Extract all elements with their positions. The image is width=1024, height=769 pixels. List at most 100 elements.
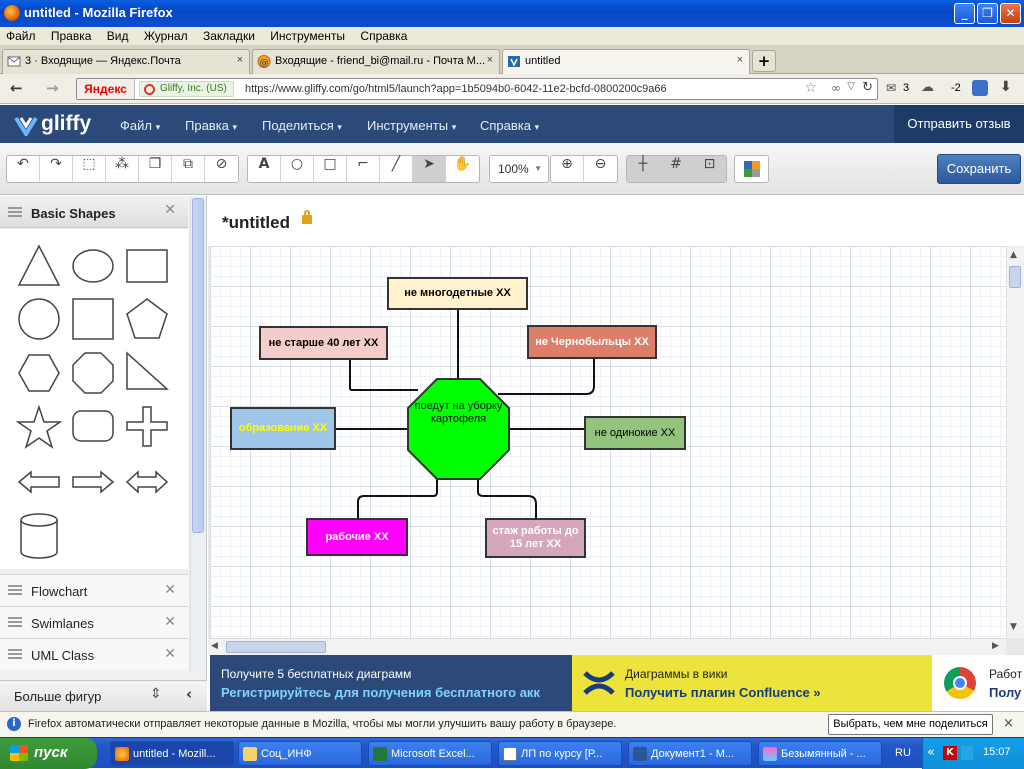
scroll-up-icon[interactable]: ▲ — [1010, 250, 1017, 260]
promo-confluence[interactable]: Диаграммы в вики Получить плагин Conflue… — [572, 655, 932, 711]
right-triangle-shape[interactable] — [126, 351, 169, 390]
circle-shape[interactable] — [18, 298, 60, 340]
reload-icon[interactable]: ↻ — [862, 80, 873, 95]
task-folder[interactable]: Соц_ИНФ — [238, 741, 362, 766]
task-paint[interactable]: Безымянный - ... — [758, 741, 882, 766]
close-icon[interactable]: ✕ — [164, 614, 176, 630]
download-icon[interactable]: ⬇ — [1000, 79, 1012, 95]
line-tool-icon[interactable]: ╱ — [380, 156, 413, 182]
library-swimlanes[interactable]: Swimlanes ✕ — [0, 606, 188, 638]
snap-icon[interactable]: ⊡ — [693, 156, 726, 182]
close-window-button[interactable]: ✕ — [1000, 3, 1021, 24]
scroll-left-icon[interactable]: ◀ — [211, 641, 218, 651]
gliffy-menu-file[interactable]: Файл ▾ — [120, 118, 160, 133]
node-stazh-raboty[interactable]: стаж работы до 15 лет ХХ — [485, 518, 586, 558]
octagon-node-center[interactable] — [407, 378, 510, 480]
bar-extension-icon[interactable] — [972, 80, 988, 96]
right-arrow-shape[interactable] — [72, 470, 115, 494]
node-ne-chernobyltsy[interactable]: не Чернобыльцы ХХ — [527, 325, 657, 359]
zoom-in-icon[interactable]: ⊕ — [551, 156, 584, 182]
library-uml-class[interactable]: UML Class ✕ — [0, 638, 188, 670]
close-icon[interactable]: ✕ — [164, 646, 176, 662]
task-word[interactable]: Документ1 - М... — [628, 741, 752, 766]
tab-yandex-mail[interactable]: 3 · Входящие — Яндекс.Почта × — [2, 49, 250, 74]
more-shapes-button[interactable]: Больше фигур — [14, 689, 101, 704]
ellipse-tool-icon[interactable]: ○ — [281, 156, 314, 182]
library-flowchart[interactable]: Flowchart ✕ — [0, 574, 188, 606]
dropdown-arrow-icon[interactable]: ▽ — [847, 81, 855, 92]
square-shape[interactable] — [72, 298, 114, 340]
close-icon[interactable]: × — [487, 54, 493, 66]
drag-handle-icon[interactable] — [8, 649, 22, 659]
reader-glasses-icon[interactable]: ∞ — [831, 81, 841, 95]
octagon-shape[interactable] — [72, 352, 114, 394]
maximize-button[interactable]: ❐ — [977, 3, 998, 24]
connector-tool-icon[interactable]: ⌐ — [347, 156, 380, 182]
node-obrazovanie[interactable]: образование ХХ — [230, 407, 336, 450]
gliffy-menu-help[interactable]: Справка ▾ — [480, 118, 539, 133]
menu-history[interactable]: Журнал — [138, 27, 194, 43]
menu-bookmarks[interactable]: Закладки — [197, 27, 261, 43]
close-icon[interactable]: × — [1003, 716, 1014, 731]
tray-expand-icon[interactable]: « — [927, 745, 935, 760]
menu-file[interactable]: Файл — [0, 27, 42, 43]
zoom-out-icon[interactable]: ⊖ — [584, 156, 617, 182]
choose-share-button[interactable]: Выбрать, чем мне поделиться — [828, 714, 993, 735]
drag-handle-icon[interactable] — [8, 207, 22, 217]
gliffy-menu-share[interactable]: Поделиться ▾ — [262, 118, 342, 133]
menu-help[interactable]: Справка — [354, 27, 413, 43]
menu-view[interactable]: Вид — [101, 27, 135, 43]
menu-tools[interactable]: Инструменты — [264, 27, 351, 43]
scrollbar-thumb[interactable] — [1009, 266, 1021, 288]
close-icon[interactable]: × — [737, 54, 743, 66]
tab-untitled[interactable]: untitled × — [502, 49, 750, 74]
feedback-button[interactable]: Отправить отзыв — [894, 105, 1024, 143]
collapse-panel-icon[interactable]: ‹ — [186, 685, 192, 703]
node-ne-starshe-40[interactable]: не старше 40 лет ХХ — [259, 326, 388, 360]
scrollbar-thumb[interactable] — [226, 641, 326, 653]
weather-icon[interactable]: ☁ — [921, 80, 934, 95]
close-icon[interactable]: ✕ — [164, 582, 176, 598]
resize-panel-icon[interactable]: ⇕ — [150, 686, 162, 702]
double-arrow-shape[interactable] — [125, 470, 169, 494]
close-icon[interactable]: ✕ — [164, 202, 176, 218]
site-identity-badge[interactable]: Gliffy, Inc. (US) — [139, 81, 234, 97]
triangle-shape[interactable] — [17, 244, 61, 286]
task-document[interactable]: ЛП по курсу [Р... — [498, 741, 622, 766]
drag-handle-icon[interactable] — [8, 617, 22, 627]
node-ne-odinokie[interactable]: не одинокие ХХ — [584, 416, 686, 450]
pentagon-shape[interactable] — [126, 298, 168, 339]
close-icon[interactable]: × — [237, 54, 243, 66]
canvas-horizontal-scrollbar[interactable]: ◀ ▶ — [208, 638, 1006, 655]
theme-palette-icon[interactable] — [735, 156, 768, 182]
network-icon[interactable] — [961, 746, 973, 760]
rounded-rectangle-shape[interactable] — [72, 410, 114, 442]
hexagon-shape[interactable] — [18, 354, 60, 392]
rectangle-tool-icon[interactable]: □ — [314, 156, 347, 182]
document-title[interactable]: *untitled — [222, 213, 290, 233]
bookmark-star-icon[interactable]: ☆ — [804, 80, 817, 96]
minimize-button[interactable]: _ — [954, 3, 975, 24]
undo-icon[interactable]: ↶ — [7, 156, 40, 182]
text-tool-icon[interactable]: A — [248, 156, 281, 182]
pointer-tool-icon[interactable]: ➤ — [413, 156, 446, 182]
drag-handle-icon[interactable] — [8, 585, 22, 595]
node-rabochie[interactable]: рабочие ХХ — [306, 518, 408, 556]
guides-icon[interactable]: ┼ — [627, 156, 660, 182]
ungroup-icon[interactable]: ⁂ — [106, 156, 139, 182]
canvas-vertical-scrollbar[interactable]: ▲ ▼ — [1006, 246, 1024, 638]
language-indicator[interactable]: RU — [895, 747, 911, 759]
hand-tool-icon[interactable]: ✋ — [446, 156, 479, 182]
clock[interactable]: 15:07 — [983, 746, 1011, 758]
link-icon[interactable]: ⊘ — [205, 156, 238, 182]
send-to-back-icon[interactable]: ⧉ — [172, 156, 205, 182]
forward-icon[interactable]: → — [46, 79, 59, 97]
gliffy-menu-edit[interactable]: Правка ▾ — [185, 118, 237, 133]
tab-mail-ru[interactable]: @ Входящие - friend_bi@mail.ru - Почта М… — [252, 49, 500, 74]
diagram-canvas[interactable]: поедут на уборку картофеля не многодетны… — [210, 246, 1006, 638]
redo-icon[interactable]: ↷ — [40, 156, 73, 182]
grid-icon[interactable]: # — [660, 156, 693, 182]
rectangle-shape[interactable] — [126, 249, 168, 283]
star-shape[interactable] — [15, 404, 63, 449]
node-ne-mnogodetnye[interactable]: не многодетные ХХ — [387, 277, 528, 310]
